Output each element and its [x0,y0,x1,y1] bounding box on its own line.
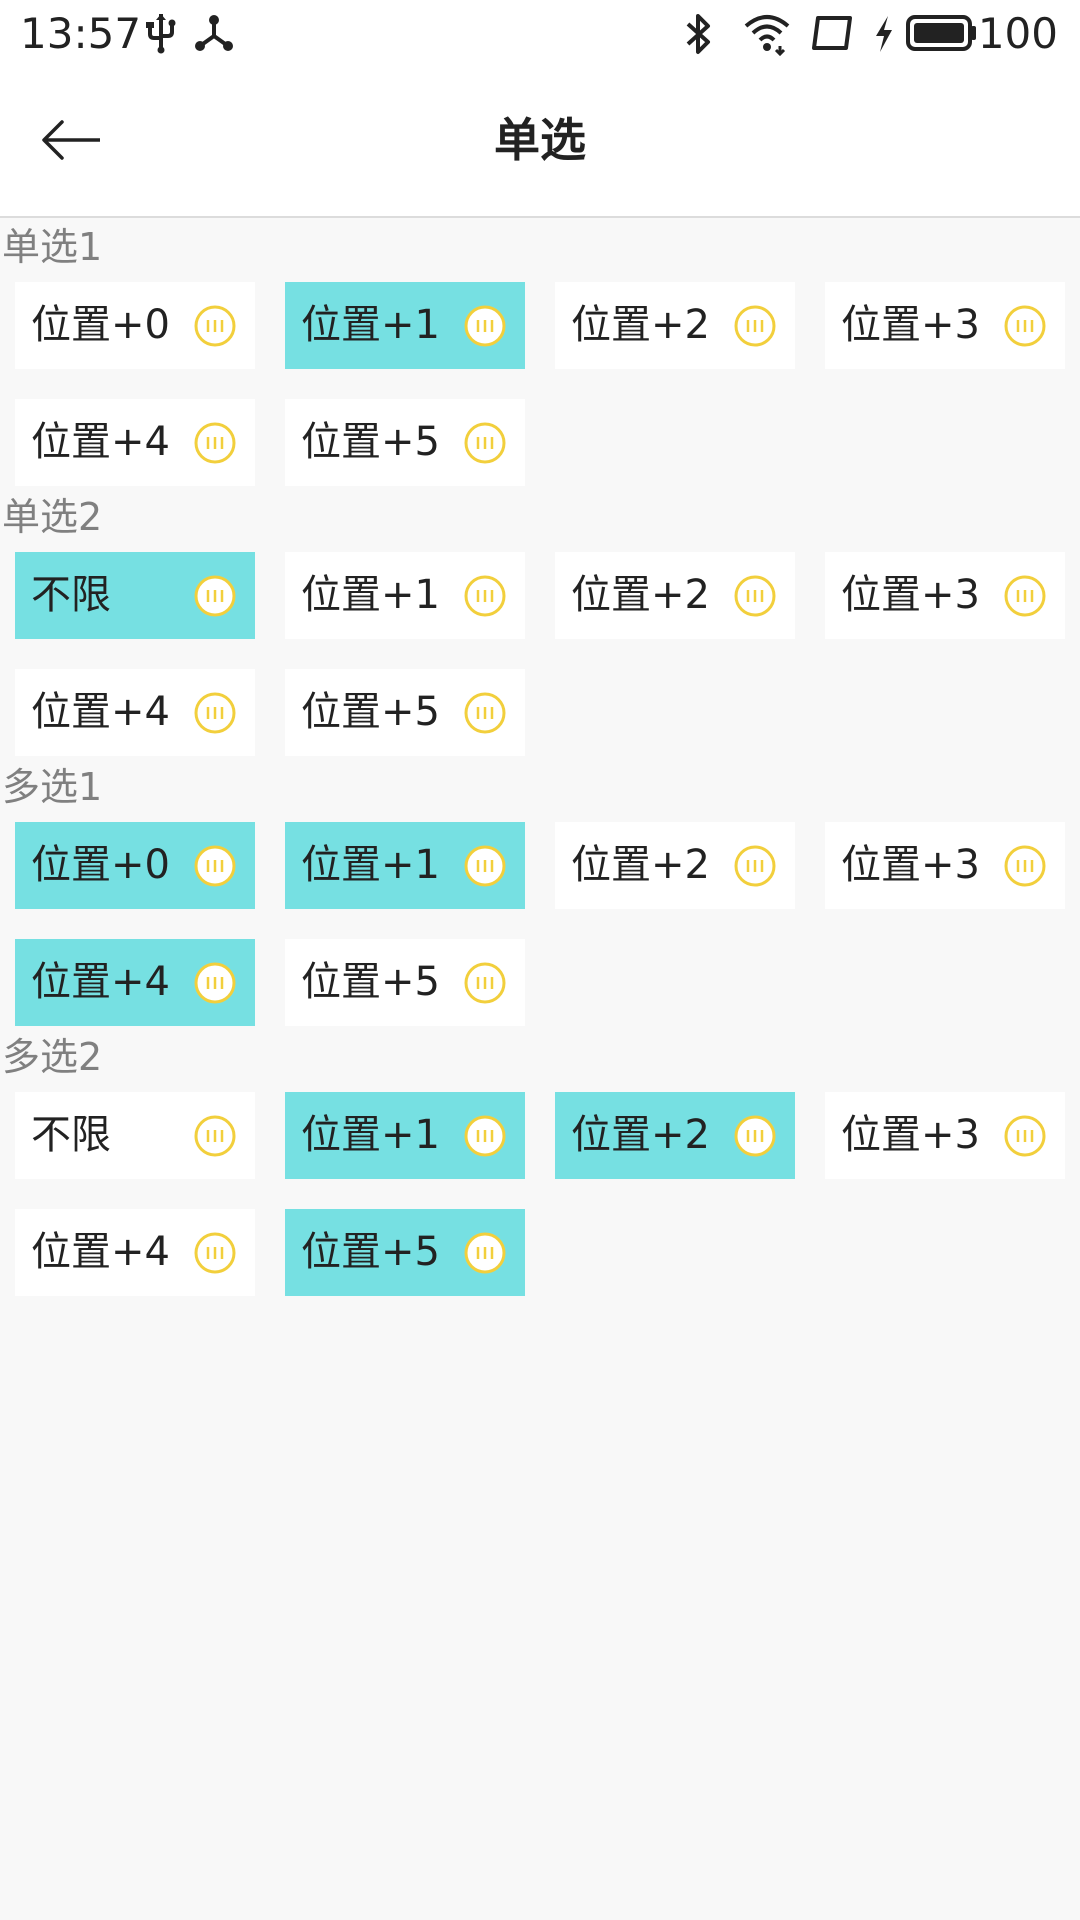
option-label: 位置+3 [841,842,980,888]
option-chip[interactable]: 位置+4 [15,939,255,1026]
coin-icon [733,304,777,348]
coin-icon [463,1231,507,1275]
option-label: 位置+5 [301,1229,440,1275]
coin-icon [733,844,777,888]
option-chip[interactable]: 位置+0 [15,282,255,369]
option-chip[interactable]: 位置+4 [15,1209,255,1296]
option-label: 位置+0 [31,302,170,348]
status-time: 13:57 [20,9,142,58]
option-grid: 不限 位置+1 位置+2 位置+3 位置+4 位置+5 [0,552,1080,756]
coin-icon [463,961,507,1005]
screen-icon [810,14,854,56]
option-label: 位置+2 [571,1112,710,1158]
coin-icon [463,844,507,888]
option-label: 位置+2 [571,302,710,348]
option-chip[interactable]: 位置+4 [15,399,255,486]
option-chip[interactable]: 位置+0 [15,822,255,909]
option-chip[interactable]: 位置+1 [285,822,525,909]
page-title: 单选 [494,113,586,167]
option-label: 位置+1 [301,1112,440,1158]
option-chip[interactable]: 位置+3 [825,552,1065,639]
option-chip[interactable]: 位置+1 [285,552,525,639]
coin-icon [1003,574,1047,618]
app-bar: 单选 [0,68,1080,218]
filter-content: 单选1 位置+0 位置+1 位置+2 位置+3 位置+4 位置+5 单选2 不限 位置+1 位置+2… [0,218,1080,1298]
wifi-icon [742,12,792,60]
option-chip[interactable]: 位置+2 [555,822,795,909]
option-chip[interactable]: 位置+5 [285,399,525,486]
charging-icon [872,14,896,58]
coin-icon [1003,1114,1047,1158]
option-chip[interactable]: 位置+3 [825,822,1065,909]
coin-icon [193,574,237,618]
option-label: 位置+2 [571,842,710,888]
option-chip[interactable]: 不限 [15,552,255,639]
option-chip[interactable]: 位置+3 [825,1092,1065,1179]
coin-icon [463,574,507,618]
coin-icon [463,421,507,465]
option-label: 位置+3 [841,1112,980,1158]
coin-icon [193,421,237,465]
coin-icon [463,304,507,348]
battery-icon [906,14,978,56]
coin-icon [193,1231,237,1275]
coin-icon [193,844,237,888]
option-label: 位置+1 [301,842,440,888]
coin-icon [1003,304,1047,348]
coin-icon [463,1114,507,1158]
section-title: 多选1 [2,765,103,809]
option-chip[interactable]: 位置+5 [285,1209,525,1296]
coin-icon [193,304,237,348]
option-label: 不限 [31,572,111,618]
option-label: 位置+5 [301,419,440,465]
option-grid: 位置+0 位置+1 位置+2 位置+3 位置+4 位置+5 [0,282,1080,486]
option-chip[interactable]: 位置+5 [285,939,525,1026]
option-label: 位置+4 [31,419,170,465]
option-label: 位置+2 [571,572,710,618]
coin-icon [193,961,237,1005]
status-bar: 13:57 100 [0,0,1080,68]
option-label: 位置+3 [841,302,980,348]
coin-icon [463,691,507,735]
coin-icon [193,1114,237,1158]
option-label: 位置+5 [301,959,440,1005]
coin-icon [733,574,777,618]
option-label: 位置+4 [31,1229,170,1275]
coin-icon [1003,844,1047,888]
option-grid: 位置+0 位置+1 位置+2 位置+3 位置+4 位置+5 [0,822,1080,1026]
option-chip[interactable]: 位置+5 [285,669,525,756]
option-chip[interactable]: 位置+4 [15,669,255,756]
network-share-icon [194,12,234,58]
option-label: 位置+4 [31,959,170,1005]
option-chip[interactable]: 不限 [15,1092,255,1179]
section-title: 单选1 [2,225,103,269]
option-label: 不限 [31,1112,111,1158]
option-label: 位置+1 [301,302,440,348]
option-label: 位置+1 [301,572,440,618]
coin-icon [193,691,237,735]
option-chip[interactable]: 位置+2 [555,552,795,639]
option-label: 位置+4 [31,689,170,735]
usb-icon [144,12,178,58]
coin-icon [733,1114,777,1158]
section-title: 多选2 [2,1035,103,1079]
bluetooth-icon [682,12,716,60]
option-chip[interactable]: 位置+2 [555,1092,795,1179]
option-chip[interactable]: 位置+3 [825,282,1065,369]
option-label: 位置+0 [31,842,170,888]
option-chip[interactable]: 位置+2 [555,282,795,369]
option-label: 位置+3 [841,572,980,618]
section-title: 单选2 [2,495,103,539]
option-chip[interactable]: 位置+1 [285,1092,525,1179]
option-chip[interactable]: 位置+1 [285,282,525,369]
option-grid: 不限 位置+1 位置+2 位置+3 位置+4 位置+5 [0,1092,1080,1296]
option-label: 位置+5 [301,689,440,735]
battery-level: 100 [977,9,1058,58]
